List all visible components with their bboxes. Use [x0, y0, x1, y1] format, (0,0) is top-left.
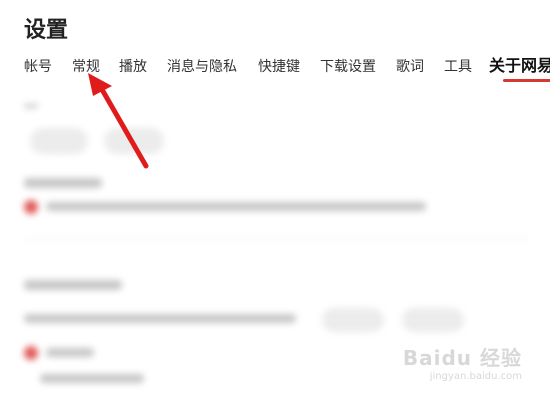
blurred-option-text: [46, 348, 94, 357]
blurred-section-heading: [24, 280, 122, 290]
blurred-button: [402, 308, 464, 332]
blurred-option-text: [24, 314, 296, 323]
blurred-button: [30, 128, 88, 154]
blurred-settings-content: [0, 0, 550, 400]
blurred-option-text: [46, 202, 426, 211]
blurred-section-heading: [24, 178, 102, 188]
watermark-url: jingyan.baidu.com: [429, 371, 522, 382]
blurred-button: [322, 308, 384, 332]
watermark-logo-text: Baidu 经验: [402, 346, 522, 370]
section-divider: [24, 238, 530, 239]
blurred-mark: [24, 104, 38, 108]
watermark: Baidu 经验 jingyan.baidu.com: [403, 342, 522, 382]
blurred-checkbox: [24, 200, 38, 214]
blurred-button: [104, 128, 164, 154]
blurred-checkbox: [24, 346, 38, 360]
blurred-option-text: [40, 374, 144, 383]
